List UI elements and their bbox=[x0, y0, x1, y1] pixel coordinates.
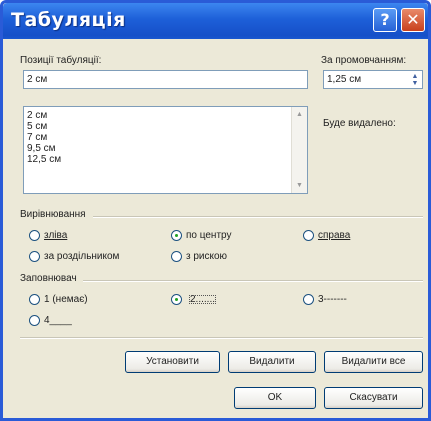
radio-selected-icon bbox=[171, 229, 182, 241]
default-stops-value: 1,25 см bbox=[327, 74, 362, 85]
help-button[interactable]: ? bbox=[373, 8, 397, 32]
alignment-label: Вирівнювання bbox=[20, 209, 86, 220]
leader-dashes-radio[interactable]: 3------- bbox=[303, 292, 347, 306]
scroll-down-icon[interactable]: ▼ bbox=[295, 181, 304, 190]
radio-icon bbox=[303, 229, 314, 241]
leader-divider bbox=[83, 280, 423, 282]
radio-icon bbox=[303, 293, 314, 305]
leader-label: Заповнювач bbox=[20, 273, 77, 284]
radio-label: 3------- bbox=[318, 293, 347, 305]
list-item[interactable]: 2 см bbox=[24, 110, 307, 121]
radio-label: зліва bbox=[44, 229, 68, 241]
tabs-dialog: Табуляція ? ✕ Позиції табуляції: 2 см 2 … bbox=[0, 0, 431, 421]
clear-button[interactable]: Видалити bbox=[228, 351, 316, 373]
radio-label: за роздільником bbox=[44, 250, 120, 262]
list-item[interactable]: 7 см bbox=[24, 132, 307, 143]
spinner-arrows-icon[interactable]: ▲ ▼ bbox=[410, 73, 420, 87]
default-stops-spinner[interactable]: 1,25 см ▲ ▼ bbox=[323, 70, 423, 89]
close-icon: ✕ bbox=[406, 10, 420, 29]
radio-label: по центру bbox=[186, 229, 232, 241]
list-item[interactable]: 5 см bbox=[24, 121, 307, 132]
radio-icon bbox=[171, 250, 182, 262]
list-item[interactable]: 12,5 см bbox=[24, 154, 307, 165]
clear-all-button[interactable]: Видалити все bbox=[324, 351, 423, 373]
scroll-up-icon[interactable]: ▲ bbox=[295, 110, 304, 119]
default-stops-label: За промовчанням: bbox=[321, 55, 407, 66]
radio-icon bbox=[29, 293, 40, 305]
radio-label: з рискою bbox=[186, 250, 228, 262]
tab-position-value: 2 см bbox=[27, 74, 48, 85]
leader-none-radio[interactable]: 1 (немає) bbox=[29, 292, 88, 306]
radio-label: 2....... bbox=[186, 292, 219, 307]
align-center-radio[interactable]: по центру bbox=[171, 228, 231, 242]
align-right-radio[interactable]: справа bbox=[303, 228, 350, 242]
leader-underline-radio[interactable]: 4____ bbox=[29, 313, 72, 327]
radio-selected-icon bbox=[171, 293, 182, 305]
align-bar-radio[interactable]: з рискою bbox=[171, 249, 227, 263]
alignment-divider bbox=[93, 216, 423, 218]
dialog-title: Табуляція bbox=[11, 9, 126, 31]
tab-positions-list[interactable]: 2 см 5 см 7 см 9,5 см 12,5 см ▲ ▼ bbox=[23, 106, 308, 194]
tab-position-input[interactable]: 2 см bbox=[23, 70, 308, 89]
list-scrollbar[interactable]: ▲ ▼ bbox=[291, 107, 307, 193]
radio-label: 1 (немає) bbox=[44, 293, 88, 305]
help-icon: ? bbox=[380, 10, 390, 29]
radio-icon bbox=[29, 314, 40, 326]
ok-button[interactable]: OK bbox=[234, 387, 316, 409]
radio-label: справа bbox=[318, 229, 351, 241]
align-decimal-radio[interactable]: за роздільником bbox=[29, 249, 119, 263]
align-left-radio[interactable]: зліва bbox=[29, 228, 67, 242]
close-button[interactable]: ✕ bbox=[401, 8, 425, 32]
list-item[interactable]: 9,5 см bbox=[24, 143, 307, 154]
radio-icon bbox=[29, 229, 40, 241]
to-be-removed-label: Буде видалено: bbox=[323, 118, 396, 129]
leader-dots-radio[interactable]: 2....... bbox=[171, 292, 219, 306]
radio-label: 4____ bbox=[44, 314, 72, 326]
set-button[interactable]: Установити bbox=[125, 351, 220, 373]
positions-label: Позиції табуляції: bbox=[20, 55, 102, 66]
radio-icon bbox=[29, 250, 40, 262]
title-bar[interactable]: Табуляція ? ✕ bbox=[3, 3, 428, 39]
cancel-button[interactable]: Скасувати bbox=[324, 387, 423, 409]
bottom-divider bbox=[20, 337, 423, 339]
